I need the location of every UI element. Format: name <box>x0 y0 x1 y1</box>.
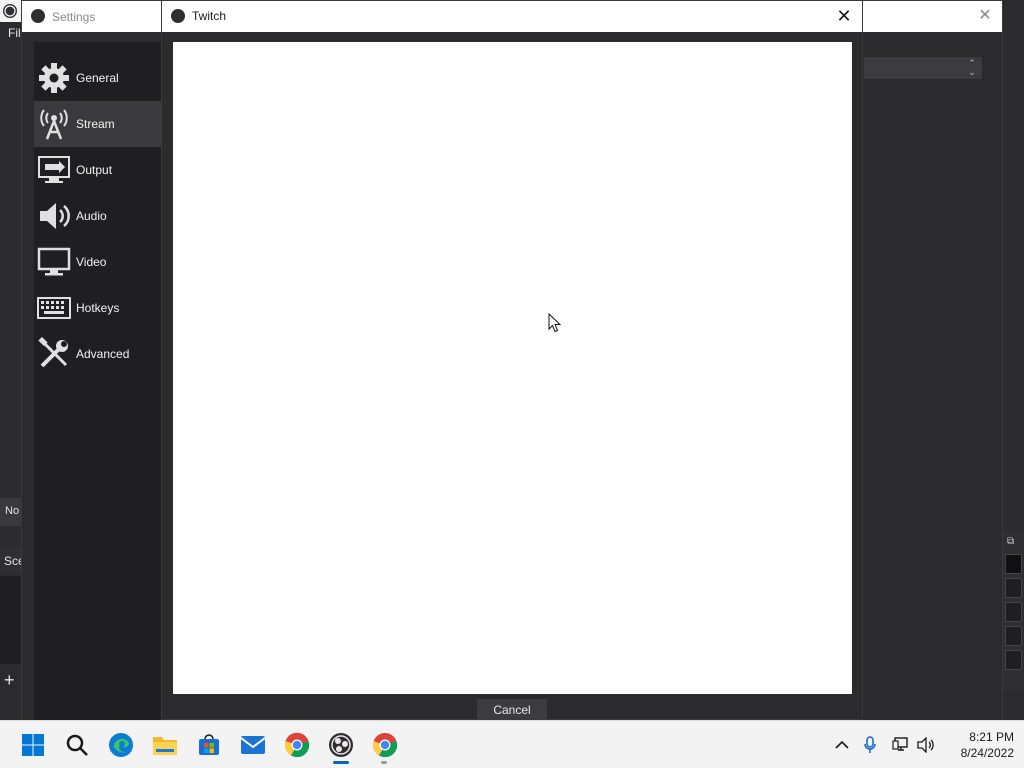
windows-start-icon[interactable] <box>17 729 49 761</box>
twitch-dialog: Twitch ✕ Cancel <box>161 0 863 721</box>
microphone-icon[interactable] <box>860 735 880 755</box>
twitch-title: Twitch <box>192 9 227 23</box>
no-source-fragment: No <box>0 498 22 526</box>
search-icon[interactable] <box>61 729 93 761</box>
microsoft-store-icon[interactable] <box>193 729 225 761</box>
mouse-cursor-icon <box>548 312 562 333</box>
windows-taskbar: 8:21 PM 8/24/2022 <box>0 720 1024 768</box>
twitch-titlebar[interactable]: Twitch ✕ <box>162 1 862 32</box>
network-icon[interactable] <box>891 735 911 755</box>
dock-button[interactable] <box>1005 578 1022 598</box>
obs-logo-icon <box>0 0 22 22</box>
dock-button[interactable] <box>1005 602 1022 622</box>
sidebar-item-label: Video <box>76 255 107 269</box>
system-tray <box>830 721 940 768</box>
close-icon[interactable]: ✕ <box>834 6 854 26</box>
sidebar-item-label: Advanced <box>76 347 130 361</box>
service-dropdown[interactable]: ⌃ ⌄ <box>864 57 982 79</box>
sidebar-item-output[interactable]: Output <box>34 147 162 193</box>
cancel-button[interactable]: Cancel <box>477 699 547 721</box>
output-monitor-icon <box>37 153 71 187</box>
keyboard-icon <box>37 291 71 325</box>
sidebar-item-stream[interactable]: Stream <box>34 101 162 147</box>
broadcast-antenna-icon <box>37 107 71 141</box>
dock-float-icon[interactable]: ⧉ <box>1007 536 1014 547</box>
scenes-header-fragment: Sce <box>0 546 25 574</box>
sidebar-item-label: General <box>76 71 119 85</box>
settings-title: Settings <box>52 10 96 24</box>
speaker-icon <box>37 199 71 233</box>
clock-time: 8:21 PM <box>969 730 1014 744</box>
chevron-up-icon[interactable] <box>832 735 852 755</box>
taskbar-clock[interactable]: 8:21 PM 8/24/2022 <box>940 729 1014 761</box>
edge-icon[interactable] <box>105 729 137 761</box>
sidebar-item-label: Hotkeys <box>76 301 120 315</box>
settings-sidebar: General Stream Output Audio Video Hotkey… <box>34 42 162 720</box>
gear-icon <box>37 61 71 95</box>
twitch-auth-webview[interactable] <box>173 42 852 694</box>
scenes-list[interactable] <box>0 576 22 664</box>
chrome-icon[interactable] <box>369 729 401 761</box>
clock-date: 8/24/2022 <box>960 746 1014 760</box>
chrome-icon[interactable] <box>281 729 313 761</box>
active-app-indicator <box>333 761 349 764</box>
obs-icon[interactable] <box>325 729 357 761</box>
file-explorer-icon[interactable] <box>149 729 181 761</box>
add-scene-button[interactable]: + <box>4 670 22 690</box>
sidebar-item-audio[interactable]: Audio <box>34 193 162 239</box>
sidebar-item-general[interactable]: General <box>34 55 162 101</box>
tools-icon <box>37 337 71 371</box>
mail-icon[interactable] <box>237 729 269 761</box>
volume-icon[interactable] <box>916 735 936 755</box>
obs-logo-icon <box>31 9 45 23</box>
sidebar-item-label: Output <box>76 163 113 177</box>
dock-button[interactable] <box>1005 650 1022 670</box>
sidebar-item-video[interactable]: Video <box>34 239 162 285</box>
close-icon[interactable]: ✕ <box>976 7 994 25</box>
running-app-indicator <box>381 761 387 764</box>
obs-logo-icon <box>171 9 185 23</box>
controls-dock-fragment: ⧉ <box>1003 530 1024 690</box>
sidebar-item-label: Stream <box>76 117 115 131</box>
spinner-arrows-icon[interactable]: ⌃ ⌄ <box>965 59 979 77</box>
dock-button[interactable] <box>1005 554 1022 574</box>
sidebar-item-label: Audio <box>76 209 107 223</box>
dock-button[interactable] <box>1005 626 1022 646</box>
sidebar-item-advanced[interactable]: Advanced <box>34 331 162 377</box>
sidebar-item-hotkeys[interactable]: Hotkeys <box>34 285 162 331</box>
menu-file-fragment[interactable]: Fil <box>8 26 21 40</box>
monitor-icon <box>37 245 71 279</box>
